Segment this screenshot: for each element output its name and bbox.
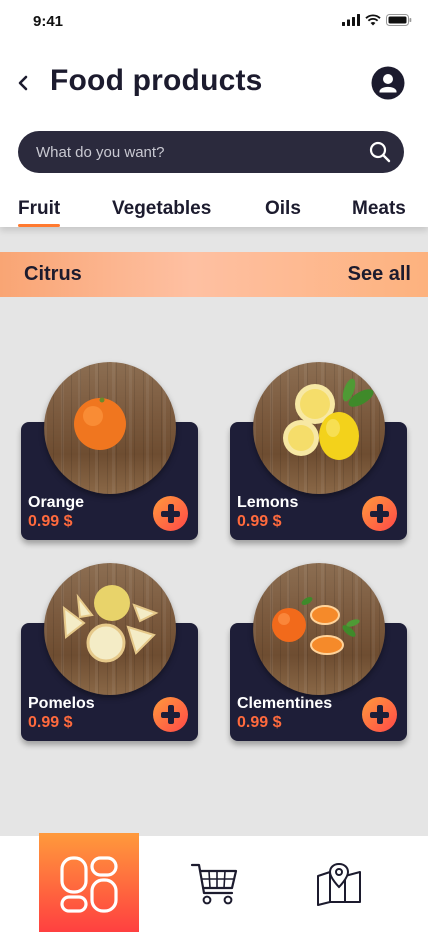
section-title: Citrus xyxy=(24,263,82,285)
header-area: 9:41 Food products What do you want? Fru… xyxy=(0,0,428,227)
search-icon[interactable] xyxy=(368,140,392,164)
orange-image xyxy=(44,362,176,494)
clementines-image xyxy=(253,563,385,695)
add-to-cart-button[interactable] xyxy=(362,496,397,531)
product-price: 0.99 $ xyxy=(28,513,73,530)
signal-icon xyxy=(342,14,360,26)
map-icon[interactable] xyxy=(315,862,363,906)
cart-icon[interactable] xyxy=(190,860,240,908)
back-button[interactable] xyxy=(14,68,38,98)
product-price: 0.99 $ xyxy=(28,714,73,731)
bottom-navigation xyxy=(0,833,428,932)
section-header: Citrus See all xyxy=(0,252,428,297)
tab-meats[interactable]: Meats xyxy=(352,198,406,220)
add-to-cart-button[interactable] xyxy=(153,697,188,732)
product-name: Pomelos xyxy=(28,695,95,712)
tab-fruit[interactable]: Fruit xyxy=(18,198,60,220)
grid-icon xyxy=(60,856,118,913)
battery-icon xyxy=(386,14,412,26)
product-name: Clementines xyxy=(237,695,333,712)
category-tabs: Fruit Vegetables Oils Meats xyxy=(0,198,428,228)
status-icons xyxy=(342,14,412,26)
product-name: Orange xyxy=(28,494,85,511)
wifi-icon xyxy=(365,14,381,26)
product-name: Lemons xyxy=(237,494,299,511)
add-to-cart-button[interactable] xyxy=(362,697,397,732)
tab-vegetables[interactable]: Vegetables xyxy=(112,198,211,220)
product-price: 0.99 $ xyxy=(237,714,282,731)
lemons-image xyxy=(253,362,385,494)
status-bar: 9:41 xyxy=(0,0,428,44)
search-input[interactable] xyxy=(36,131,366,173)
profile-icon[interactable] xyxy=(371,66,405,100)
search-bar xyxy=(18,131,404,173)
see-all-link[interactable]: See all xyxy=(348,263,411,286)
nav-home-button[interactable] xyxy=(39,833,139,932)
add-to-cart-button[interactable] xyxy=(153,496,188,531)
page-title: Food products xyxy=(50,64,263,97)
active-tab-indicator xyxy=(18,224,60,227)
tab-oils[interactable]: Oils xyxy=(265,198,301,220)
status-time: 9:41 xyxy=(33,13,64,30)
product-price: 0.99 $ xyxy=(237,513,282,530)
pomelos-image xyxy=(44,563,176,695)
